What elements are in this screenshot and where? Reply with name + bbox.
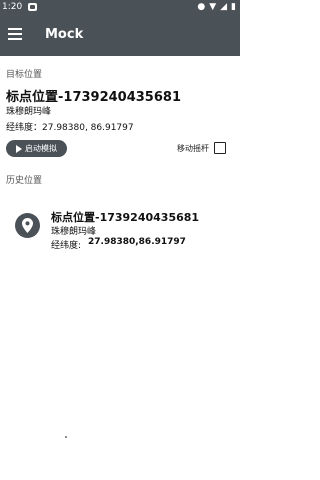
target-title: 标点位置-1739240435681 — [6, 90, 181, 105]
decorative-dot — [65, 436, 67, 438]
wifi-icon: ▼ — [209, 2, 217, 12]
app-bar: Mock — [0, 15, 240, 56]
start-simulation-label: 启动模拟 — [25, 144, 57, 153]
target-place-name: 珠穆朗玛峰 — [6, 107, 52, 117]
history-item-coords-value: 27.98380,86.91797 — [88, 237, 186, 247]
joystick-label: 移动摇杆 — [177, 144, 209, 153]
history-list-item[interactable]: 标点位置-1739240435681 珠穆朗玛峰 经纬度: 27.98380,8… — [0, 196, 240, 256]
notification-icon — [28, 3, 37, 11]
signal-icon: ◢ — [220, 2, 228, 12]
app-title: Mock — [45, 27, 84, 42]
history-item-title: 标点位置-1739240435681 — [51, 211, 200, 224]
status-bar: 1:20 ● ▼ ◢ ▮ — [0, 0, 240, 15]
history-item-coords-label: 经纬度: — [51, 241, 82, 251]
hamburger-menu-icon[interactable] — [8, 28, 22, 40]
target-section-label: 目标位置 — [6, 70, 43, 80]
location-pin-icon — [15, 213, 40, 238]
joystick-checkbox[interactable] — [214, 142, 226, 154]
history-section-label: 历史位置 — [6, 176, 43, 186]
status-time: 1:20 — [2, 2, 23, 12]
play-icon — [16, 144, 22, 153]
status-icons: ● ▼ ◢ ▮ — [197, 2, 236, 12]
location-icon: ● — [197, 2, 206, 12]
battery-icon: ▮ — [231, 2, 236, 12]
history-item-place-name: 珠穆朗玛峰 — [51, 227, 97, 237]
start-simulation-button[interactable]: 启动模拟 — [6, 140, 67, 157]
target-coordinates: 经纬度：27.98380, 86.91797 — [6, 123, 134, 133]
